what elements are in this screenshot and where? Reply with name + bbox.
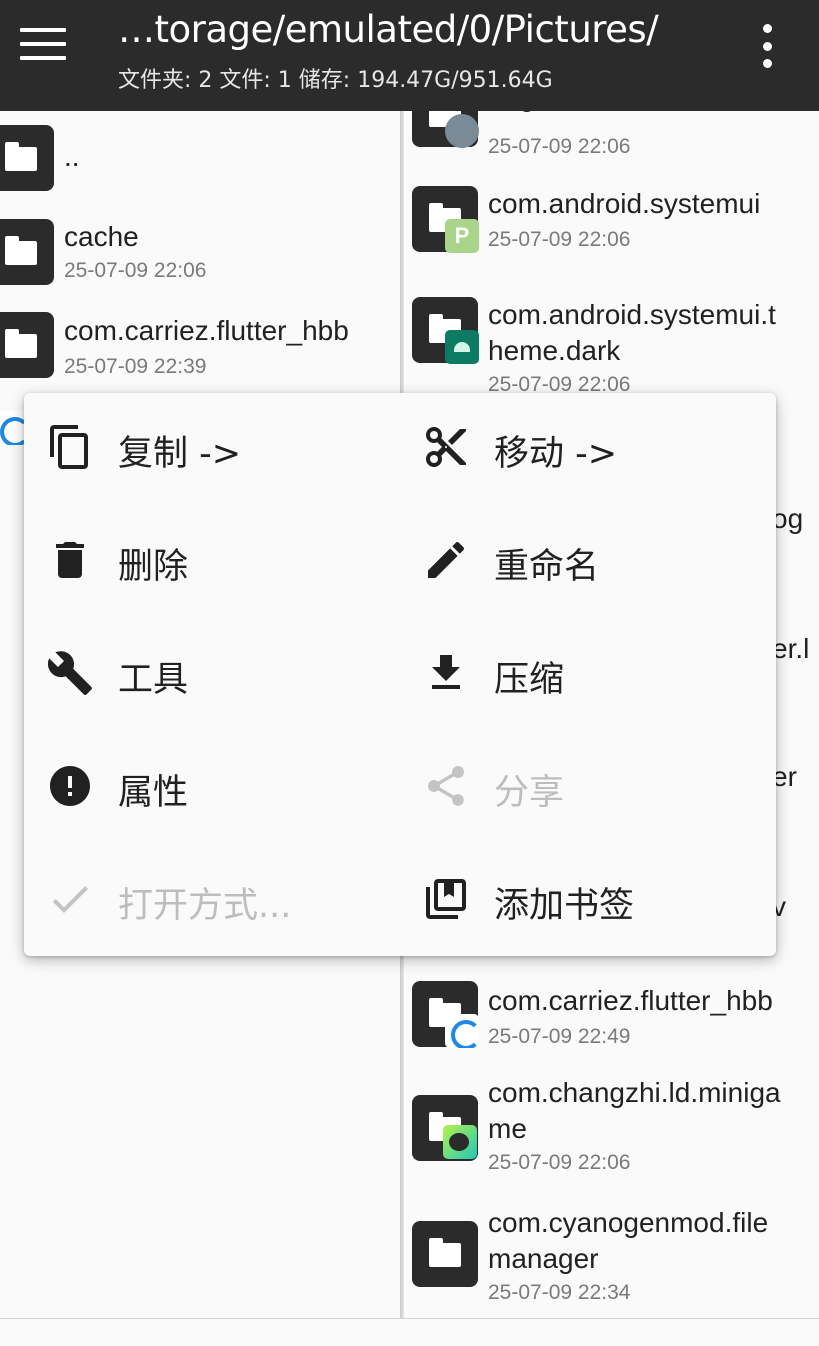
edit-icon bbox=[422, 536, 470, 584]
delete-icon bbox=[46, 536, 94, 584]
properties-item[interactable]: 属性 bbox=[24, 732, 394, 832]
rename-item[interactable]: 重命名 bbox=[400, 506, 770, 606]
file-name-continuation: heme.dark bbox=[488, 335, 621, 366]
list-item[interactable]: com.android.systemui.t heme.dark 25-07-0… bbox=[402, 297, 819, 397]
list-item[interactable]: P com.android.systemui 25-07-09 22:06 bbox=[402, 186, 819, 266]
file-name-fragment: og bbox=[772, 503, 804, 534]
hamburger-menu-icon[interactable] bbox=[18, 24, 68, 64]
menu-item-label: 删除 bbox=[118, 547, 189, 587]
menu-item-label: 压缩 bbox=[494, 660, 565, 700]
menu-item-label: 复制 -> bbox=[118, 434, 242, 474]
file-name: com.carriez.flutter_hbb bbox=[488, 985, 773, 1016]
file-name: com.cyanogenmod.file bbox=[488, 1207, 769, 1238]
menu-item-label: 属性 bbox=[118, 773, 189, 813]
file-date: 25-07-09 22:34 bbox=[488, 1281, 631, 1304]
file-date: 25-07-09 22:06 bbox=[488, 1151, 631, 1174]
file-name-fragment: er.l bbox=[772, 633, 810, 664]
storage-summary: 文件夹: 2 文件: 1 储存: 194.47G/951.64G bbox=[118, 68, 553, 93]
folder-icon bbox=[0, 219, 54, 285]
tools-item[interactable]: 工具 bbox=[24, 619, 394, 719]
android-badge-icon bbox=[445, 330, 479, 364]
gear-badge-icon bbox=[445, 114, 479, 148]
menu-item-label: 移动 -> bbox=[494, 434, 618, 474]
menu-item-label: 重命名 bbox=[494, 547, 600, 587]
file-name: com.changzhi.ld.miniga bbox=[488, 1077, 781, 1108]
file-name-continuation: me bbox=[488, 1113, 527, 1144]
share-icon bbox=[422, 762, 470, 810]
cut-icon bbox=[422, 423, 470, 471]
check-icon bbox=[46, 875, 94, 923]
bookmarks-icon bbox=[422, 875, 470, 923]
menu-item-label: 分享 bbox=[494, 773, 565, 813]
list-item[interactable]: com.carriez.flutter_hbb 25-07-09 22:49 bbox=[402, 981, 819, 1061]
top-app-bar: …torage/emulated/0/Pictures/ 文件夹: 2 文件: … bbox=[0, 0, 819, 111]
delete-item[interactable]: 删除 bbox=[24, 506, 394, 606]
share-item[interactable]: 分享 bbox=[400, 732, 770, 832]
file-date: 25-07-09 22:06 bbox=[488, 228, 631, 251]
add-bookmark-item[interactable]: 添加书签 bbox=[400, 845, 770, 945]
file-name: .. bbox=[64, 141, 80, 172]
file-name-continuation: manager bbox=[488, 1243, 599, 1274]
game-badge-icon bbox=[443, 1125, 477, 1159]
path-title: …torage/emulated/0/Pictures/ bbox=[118, 8, 659, 51]
menu-item-label: 添加书签 bbox=[494, 886, 635, 926]
menu-item-label: 打开方式... bbox=[118, 886, 292, 926]
list-item[interactable]: com.cyanogenmod.file manager 25-07-09 22… bbox=[402, 1205, 819, 1305]
folder-icon bbox=[0, 312, 54, 378]
move-to-item[interactable]: 移动 -> bbox=[400, 393, 770, 493]
file-name: nager bbox=[488, 111, 560, 115]
file-name: com.android.systemui bbox=[488, 188, 761, 219]
file-date: 25-07-09 22:06 bbox=[488, 135, 631, 158]
list-item[interactable]: .. bbox=[0, 125, 400, 205]
file-date: 25-07-09 22:49 bbox=[488, 1025, 631, 1048]
file-date: 25-07-09 22:39 bbox=[64, 355, 207, 378]
download-icon bbox=[422, 649, 470, 697]
folder-icon bbox=[412, 1221, 478, 1287]
file-name: cache bbox=[64, 221, 139, 252]
bottom-bar bbox=[0, 1318, 819, 1346]
list-item[interactable]: cache 25-07-09 22:06 bbox=[0, 219, 400, 299]
ring-badge-icon bbox=[445, 1014, 479, 1048]
context-menu: 复制 -> 移动 -> 删除 重命名 工具 压缩 属性 分享 打开方式... 添… bbox=[24, 393, 776, 956]
file-name: com.android.systemui.t bbox=[488, 299, 776, 330]
copy-to-item[interactable]: 复制 -> bbox=[24, 393, 394, 493]
menu-item-label: 工具 bbox=[118, 660, 189, 700]
wrench-icon bbox=[46, 649, 94, 697]
p-badge-icon: P bbox=[445, 219, 479, 253]
open-with-item[interactable]: 打开方式... bbox=[24, 845, 394, 945]
file-name: com.carriez.flutter_hbb bbox=[64, 315, 349, 346]
list-item[interactable]: nager 25-07-09 22:06 bbox=[402, 111, 819, 171]
list-item[interactable]: com.changzhi.ld.miniga me 25-07-09 22:06 bbox=[402, 1075, 819, 1175]
info-icon bbox=[46, 762, 94, 810]
list-item[interactable]: com.carriez.flutter_hbb 25-07-09 22:39 bbox=[0, 312, 400, 392]
compress-item[interactable]: 压缩 bbox=[400, 619, 770, 719]
copy-icon bbox=[46, 423, 94, 471]
file-date: 25-07-09 22:06 bbox=[64, 259, 207, 282]
folder-icon bbox=[0, 125, 54, 191]
more-vert-icon[interactable] bbox=[752, 24, 782, 68]
